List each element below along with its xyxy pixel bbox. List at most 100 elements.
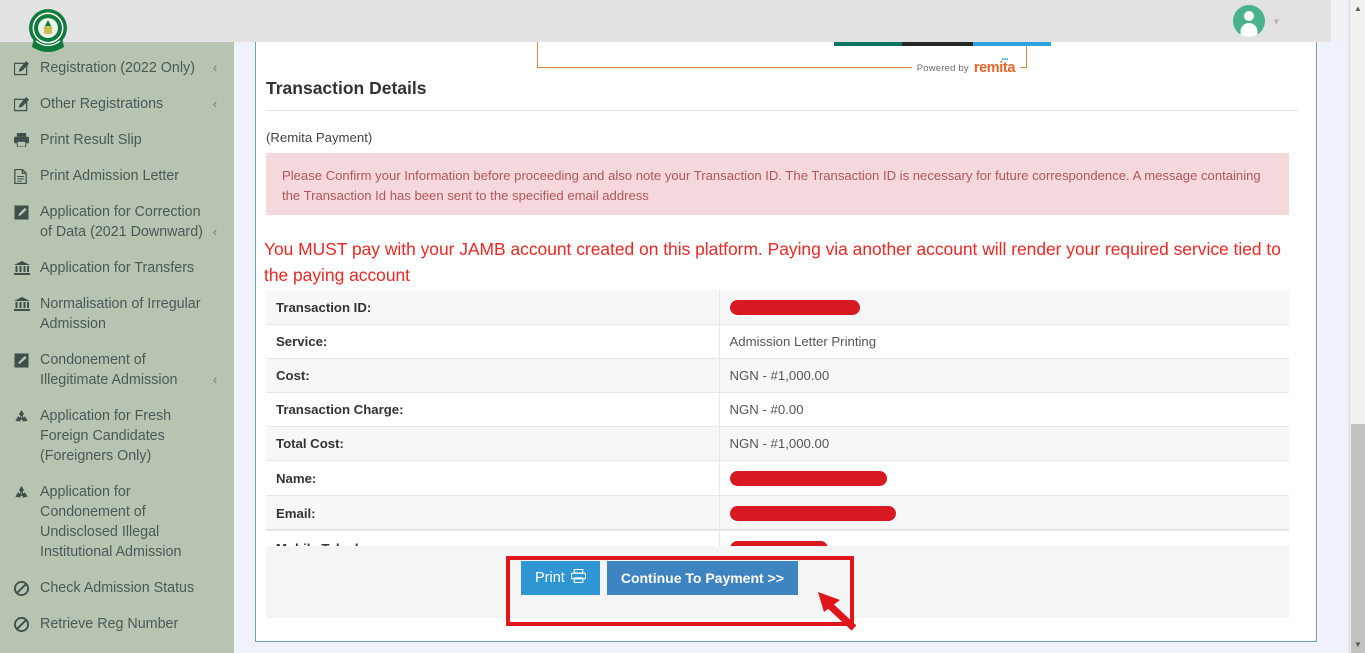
- chevron-left-icon: ‹: [212, 96, 218, 111]
- print-button-label: Print: [535, 570, 565, 586]
- table-row: Cost: NGN - #1,000.00: [266, 358, 1289, 393]
- page-title: Transaction Details: [266, 78, 427, 98]
- sidebar-menu: Registration (2022 Only) ‹ Other Registr…: [0, 50, 234, 653]
- user-menu[interactable]: ▾: [1233, 5, 1279, 37]
- jamb-logo: [26, 8, 70, 54]
- sidebar-item-label: Registration (2022 Only): [40, 60, 195, 76]
- sidebar-item-print-result-slip[interactable]: Print Result Slip: [0, 122, 234, 158]
- sidebar-item-label: Check Admission Status: [40, 580, 195, 596]
- sidebar-item-label: Application for Correction of Data (2021…: [40, 204, 203, 240]
- bank-icon: [14, 294, 34, 311]
- user-avatar-icon: [1233, 5, 1266, 37]
- row-value: [719, 290, 1289, 325]
- chevron-left-icon: ‹: [212, 372, 218, 387]
- row-value: NGN - #1,000.00: [729, 368, 830, 384]
- row-key: Cost:: [266, 358, 720, 393]
- table-row: Service: Admission Letter Printing: [266, 324, 1289, 359]
- continue-to-payment-button[interactable]: Continue To Payment >>: [606, 561, 798, 595]
- action-buttons: Print Continue To Payment >>: [521, 561, 798, 595]
- remita-bar-green: [834, 42, 912, 46]
- sidebar: Registration (2022 Only) ‹ Other Registr…: [0, 0, 234, 653]
- sidebar-item-label: Application for Fresh Foreign Candidates…: [40, 408, 172, 464]
- remita-logo: remita •••: [973, 57, 1016, 76]
- sidebar-item-condonement-illegitimate-admission[interactable]: Condonement of Illegitimate Admission ‹: [0, 342, 234, 398]
- table-row: Email:: [266, 495, 1289, 531]
- sidebar-item-label: Normalisation of Irregular Admission: [40, 296, 201, 332]
- edit-square-filled-icon: [14, 350, 34, 368]
- sidebar-item-other-registrations[interactable]: Other Registrations ‹: [0, 86, 234, 122]
- scroll-up-arrow-icon[interactable]: ▲: [1350, 0, 1365, 17]
- table-bottom-divider: [266, 529, 1289, 530]
- print-button[interactable]: Print: [521, 561, 600, 595]
- row-value: NGN - #1,000.00: [729, 436, 830, 452]
- printer-icon: [14, 130, 34, 147]
- sidebar-item-check-admission-status[interactable]: Check Admission Status: [0, 570, 234, 606]
- transaction-panel: Powered by remita ••• Transaction Detail…: [255, 42, 1317, 642]
- sidebar-item-fresh-foreign-candidates[interactable]: Application for Fresh Foreign Candidates…: [0, 398, 234, 474]
- title-divider: [266, 110, 1298, 111]
- printer-icon: [570, 568, 586, 587]
- chevron-left-icon: ‹: [212, 60, 218, 75]
- page-root: Registration (2022 Only) ‹ Other Registr…: [0, 0, 1365, 653]
- transaction-details-table: Transaction ID: Service: Admission Lette…: [266, 290, 1289, 566]
- recycle-icon: [14, 406, 34, 424]
- sidebar-item-print-admission-letter[interactable]: Print Admission Letter: [0, 158, 234, 194]
- document-icon: [14, 166, 34, 184]
- row-value: [719, 461, 1289, 496]
- sidebar-item-retrieve-reg-number[interactable]: Retrieve Reg Number: [0, 606, 234, 642]
- table-body: Transaction ID: Service: Admission Lette…: [266, 290, 1289, 566]
- scroll-down-arrow-icon[interactable]: ▼: [1350, 636, 1365, 653]
- redacted-transaction-id: [729, 300, 860, 316]
- bank-icon: [14, 258, 34, 275]
- row-value: [719, 496, 1289, 531]
- row-key: Service:: [266, 324, 720, 359]
- remita-bar-dark: [902, 42, 980, 46]
- chevron-down-icon: ▾: [1273, 15, 1279, 28]
- scrollbar-thumb[interactable]: [1351, 424, 1365, 653]
- sidebar-item-my-documents[interactable]: My Documents: [0, 642, 234, 653]
- row-key: Total Cost:: [266, 426, 720, 461]
- remita-wordmark: remita: [973, 60, 1016, 76]
- sidebar-item-label: Print Result Slip: [40, 132, 142, 148]
- sidebar-item-condonement-undisclosed-illegal[interactable]: Application for Condonement of Undisclos…: [0, 474, 234, 570]
- payment-method-label: (Remita Payment): [266, 130, 373, 145]
- payment-warning-text: You MUST pay with your JAMB account crea…: [264, 239, 1281, 285]
- sidebar-item-label: Retrieve Reg Number: [40, 616, 179, 632]
- row-value: Admission Letter Printing: [729, 334, 877, 350]
- edit-square-icon: [14, 94, 34, 112]
- sidebar-item-label: Condonement of Illegitimate Admission: [40, 352, 178, 388]
- content-area: Powered by remita ••• Transaction Detail…: [234, 42, 1351, 653]
- topbar: ▾: [234, 0, 1331, 42]
- sidebar-item-registration-2022[interactable]: Registration (2022 Only) ‹: [0, 50, 234, 86]
- powered-by-label: Powered by: [916, 62, 969, 74]
- ban-circle-icon: [14, 578, 34, 596]
- row-key: Email:: [266, 495, 720, 531]
- sidebar-item-label: Other Registrations: [40, 96, 164, 112]
- action-bar: Print Continue To Payment >>: [266, 546, 1289, 618]
- info-alert: Please Confirm your Information before p…: [266, 153, 1289, 215]
- edit-square-icon: [14, 58, 34, 76]
- table-row: Transaction Charge: NGN - #0.00: [266, 392, 1289, 427]
- table-row: Total Cost: NGN - #1,000.00: [266, 426, 1289, 461]
- redacted-email: [729, 506, 896, 522]
- table-row: Transaction ID:: [266, 290, 1289, 325]
- sidebar-item-correction-of-data[interactable]: Application for Correction of Data (2021…: [0, 194, 234, 250]
- ban-circle-icon: [14, 614, 34, 632]
- sidebar-item-normalisation-irregular-admission[interactable]: Normalisation of Irregular Admission: [0, 286, 234, 342]
- sidebar-item-label: Application for Condonement of Undisclos…: [40, 484, 182, 560]
- sidebar-item-label: Application for Transfers: [40, 260, 195, 276]
- edit-square-filled-icon: [14, 202, 34, 220]
- continue-button-label: Continue To Payment >>: [620, 570, 784, 586]
- vertical-scrollbar[interactable]: ▲ ▼: [1349, 0, 1365, 653]
- sidebar-item-application-for-transfers[interactable]: Application for Transfers: [0, 250, 234, 286]
- remita-logo-dots: •••: [1001, 57, 1009, 63]
- row-value: NGN - #0.00: [729, 402, 804, 418]
- row-key: Transaction ID:: [266, 290, 720, 325]
- row-key: Transaction Charge:: [266, 392, 720, 427]
- table-row: Name:: [266, 460, 1289, 496]
- row-key: Name:: [266, 460, 720, 496]
- redacted-name: [729, 471, 887, 487]
- remita-powered-by: Powered by remita •••: [911, 57, 1020, 76]
- remita-bar-blue: [973, 42, 1051, 46]
- sidebar-item-label: Print Admission Letter: [40, 168, 180, 184]
